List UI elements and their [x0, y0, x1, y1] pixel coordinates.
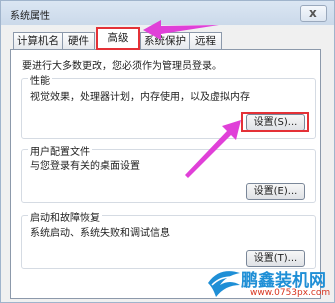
tab-label: 硬件 — [68, 35, 89, 47]
tab-computer-name[interactable]: 计算机名 — [13, 32, 63, 49]
arrow-to-settings-button-icon — [185, 120, 241, 178]
bird-logo-icon — [208, 271, 240, 297]
advanced-tab-highlight — [96, 27, 140, 50]
tab-label: 计算机名 — [17, 35, 59, 47]
group-user-profiles-description: 与您登录有关的桌面设置 — [30, 161, 140, 172]
tab-hardware[interactable]: 硬件 — [62, 32, 95, 49]
group-performance-description: 视觉效果，处理器计划，内存使用，以及虚拟内存 — [30, 92, 250, 103]
close-button[interactable]: x — [300, 5, 327, 22]
group-startup-recovery-description: 系统启动、系统失败和调试信息 — [30, 228, 170, 239]
group-user-profiles-title: 用户配置文件 — [28, 143, 92, 158]
arrow-to-advanced-tab-icon — [143, 20, 219, 40]
group-startup-recovery-title: 启动和故障恢复 — [28, 209, 102, 224]
watermark-url: www.0753px.com — [250, 288, 331, 298]
watermark-logo: 鹏鑫装机网 www.0753px.com — [206, 263, 335, 303]
system-properties-window: 系统属性 x 计算机名 硬件 高级 系统保护 远程 要进行大多数更改，您必须作为… — [0, 0, 335, 303]
group-performance-title: 性能 — [28, 72, 52, 87]
window-title: 系统属性 — [10, 11, 50, 22]
performance-button-highlight — [241, 112, 309, 132]
user-profiles-settings-button[interactable]: 设置(E)... — [246, 183, 305, 200]
admin-note: 要进行大多数更改，您必须作为管理员登录。 — [22, 61, 222, 72]
close-icon: x — [309, 6, 317, 20]
